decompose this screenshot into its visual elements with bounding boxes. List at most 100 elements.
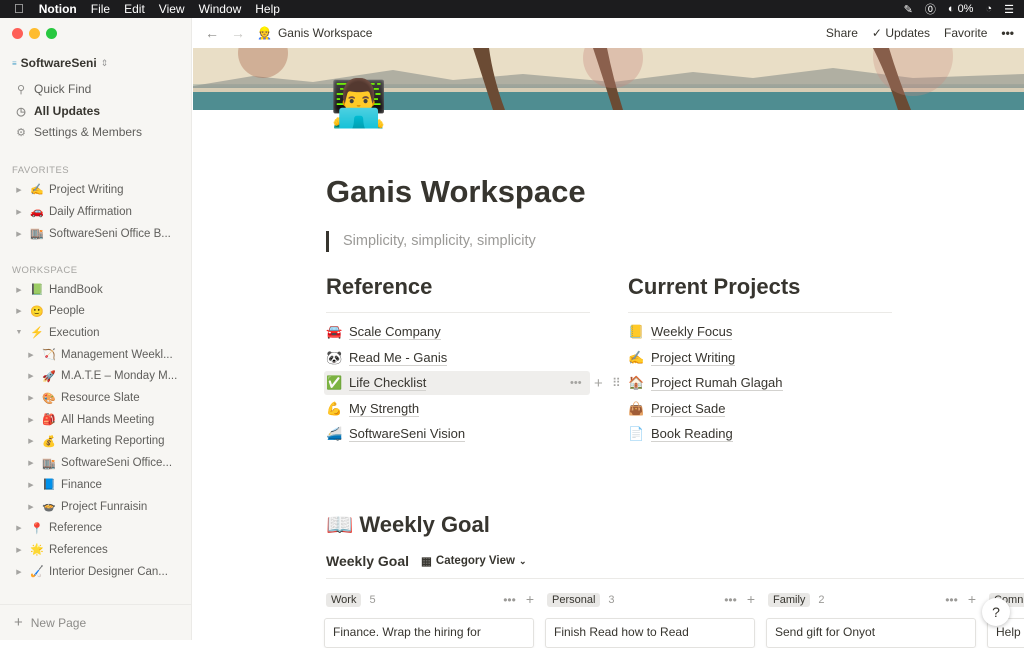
page-quote[interactable]: Simplicity, simplicity, simplicity [326,231,536,252]
expand-triangle-icon[interactable]: ▶ [14,546,24,554]
page-link[interactable]: ✍️ Project Writing [628,346,736,370]
sidebar-page-item[interactable]: ▶ 📘 Finance [0,474,192,495]
board-group-header[interactable]: Personal 3 ••• + [547,590,755,610]
board-card[interactable]: Finance. Wrap the hiring for [324,618,534,648]
block-more-icon[interactable]: ••• [570,371,582,395]
more-options-button[interactable]: ••• [1001,26,1014,40]
apple-menu-icon[interactable]:  [0,0,32,18]
expand-triangle-icon[interactable]: ▶ [26,481,36,489]
sidebar-page-item[interactable]: ▶ 🍲 Project Funraisin [0,496,192,517]
sidebar-page-item[interactable]: ▶ 🎒 All Hands Meeting [0,409,192,430]
page-link[interactable]: 🏠 Project Rumah Glagah [628,371,783,395]
page-link[interactable]: 💪 My Strength [326,397,420,421]
page-link[interactable]: 📒 Weekly Focus [628,320,733,344]
help-button[interactable]: ? [982,598,1010,626]
page-link[interactable]: 🐼 Read Me - Ganis [326,346,448,370]
board-card[interactable]: Finish Read how to Read [545,618,755,648]
sidebar-page-label: Marketing Reporting [61,435,165,448]
sidebar-page-item[interactable]: ▶ 🌟 References [0,539,192,560]
favorite-item[interactable]: ▶ 🚗 Daily Affirmation [0,201,192,222]
all-updates[interactable]: ◷ All Updates [0,100,192,122]
favorite-button[interactable]: Favorite [944,26,987,40]
battery-indicator[interactable]: ◐ 0% [948,3,974,15]
updates-button[interactable]: ✓ Updates [872,26,930,40]
group-more-icon[interactable]: ••• [945,593,958,607]
expand-triangle-icon[interactable]: ▶ [26,437,36,445]
new-page-button[interactable]: + New Page [0,604,192,640]
workspace-switcher[interactable]: ≡ SoftwareSeni ⇕ [12,56,108,70]
sidebar-page-item[interactable]: ▶ 🙂 People [0,301,192,322]
expand-triangle-icon[interactable]: ▶ [26,503,36,511]
board-title[interactable]: Weekly Goal [326,553,409,569]
group-more-icon[interactable]: ••• [503,593,516,607]
sidebar-page-item[interactable]: ▶ 📗 HandBook [0,279,192,300]
board-group-header[interactable]: Family 2 ••• + [768,590,976,610]
page-link[interactable]: 📄 Book Reading [628,422,733,446]
sidebar-page-item[interactable]: ▶ 🏹 Management Weekl... [0,344,192,365]
page-link[interactable]: 👜 Project Sade [628,397,726,421]
page-icon[interactable]: 👨‍💻 [330,80,387,126]
close-window-button[interactable] [12,28,23,39]
minimize-window-button[interactable] [29,28,40,39]
board-group-header[interactable]: Work 5 ••• + [326,590,534,610]
share-button[interactable]: Share [826,26,858,40]
control-center-icon[interactable]: ☰ [1004,3,1014,16]
onepassword-icon[interactable]: ⓪ [925,1,936,17]
group-more-icon[interactable]: ••• [724,593,737,607]
timer-icon[interactable]: ◔ [985,3,992,15]
page-link[interactable]: 🚘 Scale Company [326,320,441,344]
sidebar-page-item[interactable]: ▶ 🏬 SoftwareSeni Office... [0,453,192,474]
zoom-window-button[interactable] [46,28,57,39]
page-cover-image[interactable] [193,48,1024,110]
expand-triangle-icon[interactable]: ▶ [26,351,36,359]
forward-arrow-icon[interactable]: → [231,25,245,41]
drag-handle-icon[interactable]: ⠿ [612,371,621,395]
quick-find-label: Quick Find [34,82,92,96]
menu-edit[interactable]: Edit [117,0,152,18]
weekly-goal-heading[interactable]: 📖 Weekly Goal [326,512,490,538]
expand-triangle-icon[interactable]: ▶ [14,230,24,238]
expand-triangle-icon[interactable]: ▶ [26,459,36,467]
sidebar-page-item[interactable]: ▶ 🚀 M.A.T.E – Monday M... [0,366,192,387]
favorite-item[interactable]: ▶ 🏬 SoftwareSeni Office B... [0,223,192,244]
group-add-icon[interactable]: + [747,592,755,607]
sidebar-page-item[interactable]: ▶ 🎨 Resource Slate [0,388,192,409]
expand-triangle-icon[interactable]: ▶ [14,524,24,532]
favorite-item[interactable]: ▶ ✍️ Project Writing [0,179,192,200]
quick-find[interactable]: ⚲ Quick Find [0,78,192,100]
sidebar-page-item[interactable]: ▶ 📍 Reference [0,518,192,539]
app-menu[interactable]: Notion [32,0,84,18]
view-selector[interactable]: ▦ Category View ⌄ [421,554,526,568]
menu-file[interactable]: File [84,0,117,18]
sidebar-page-label: People [49,305,85,318]
expand-triangle-icon[interactable]: ▶ [14,208,24,216]
menu-view[interactable]: View [152,0,192,18]
reference-heading[interactable]: Reference [326,274,432,300]
sidebar-page-label: All Hands Meeting [61,413,155,426]
sidebar-page-item[interactable]: ▶ 🏑 Interior Designer Can... [0,561,192,582]
board-card[interactable]: Send gift for Onyot [766,618,976,648]
current-projects-heading[interactable]: Current Projects [628,274,800,300]
add-block-icon[interactable]: + [594,371,603,395]
settings-members[interactable]: ⚙ Settings & Members [0,121,192,143]
expand-triangle-icon[interactable]: ▶ [26,372,36,380]
group-add-icon[interactable]: + [968,592,976,607]
sidebar-page-item[interactable]: ▶ 💰 Marketing Reporting [0,431,192,452]
pen-icon[interactable]: ✎ [904,3,913,16]
page-title[interactable]: Ganis Workspace [326,174,586,210]
sidebar-page-item[interactable]: ▼ ⚡ Execution [0,322,192,343]
expand-triangle-icon[interactable]: ▶ [14,286,24,294]
back-arrow-icon[interactable]: ← [205,25,219,41]
breadcrumb[interactable]: 👷 Ganis Workspace [257,26,372,40]
expand-triangle-icon[interactable]: ▶ [26,394,36,402]
expand-triangle-icon[interactable]: ▶ [14,307,24,315]
menu-help[interactable]: Help [248,0,287,18]
menu-window[interactable]: Window [192,0,249,18]
group-add-icon[interactable]: + [526,592,534,607]
expand-triangle-icon[interactable]: ▶ [14,568,24,576]
collapse-triangle-icon[interactable]: ▼ [14,329,24,336]
expand-triangle-icon[interactable]: ▶ [14,186,24,194]
page-link[interactable]: ✅ Life Checklist [326,371,427,395]
expand-triangle-icon[interactable]: ▶ [26,416,36,424]
page-link[interactable]: 🚄 SoftwareSeni Vision [326,422,466,446]
